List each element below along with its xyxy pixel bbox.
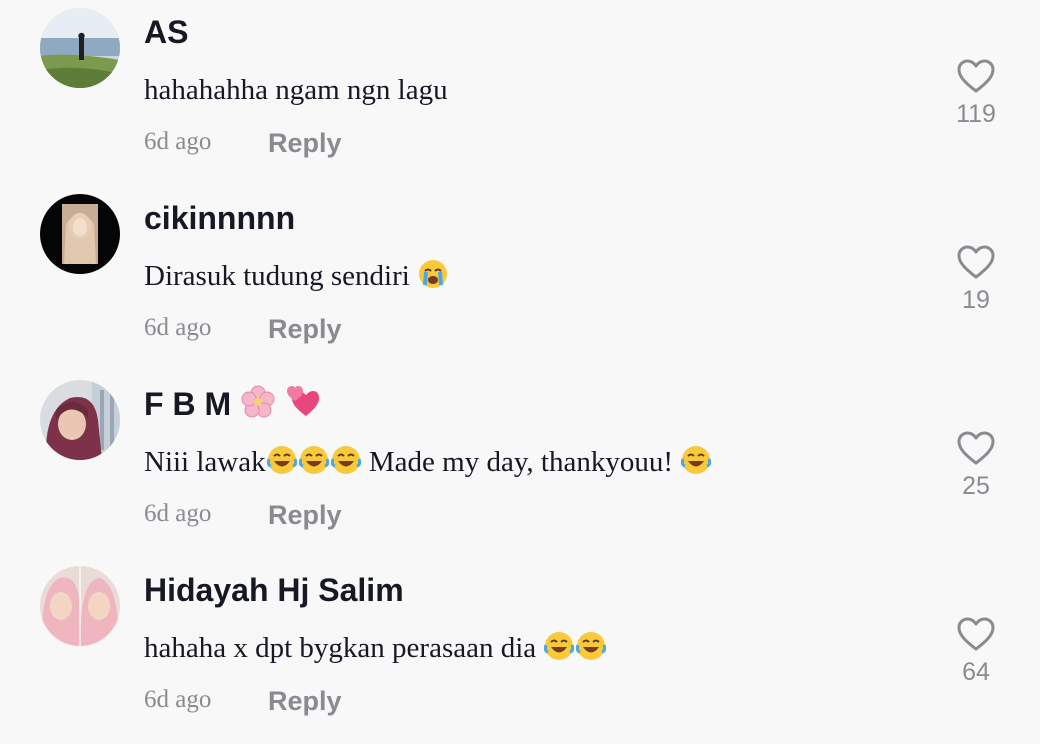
timestamp: 6d ago <box>144 310 211 346</box>
like-count: 25 <box>936 470 1016 502</box>
face-with-tears-of-joy-icon <box>331 445 361 486</box>
comment-item: Hidayah Hj Salim hahaha x dpt bygkan per… <box>0 558 1040 744</box>
avatar[interactable] <box>40 194 120 274</box>
face-with-tears-of-joy-icon <box>299 445 329 486</box>
username[interactable]: cikinnnnn <box>144 196 295 240</box>
timestamp: 6d ago <box>144 496 211 532</box>
heart-icon[interactable] <box>956 616 996 652</box>
username-text: F B M <box>144 386 231 422</box>
comment-text-body-2: Made my day, thankyouu! <box>362 446 681 478</box>
username[interactable]: Hidayah Hj Salim <box>144 568 404 612</box>
heart-icon[interactable] <box>956 58 996 94</box>
like-count: 64 <box>936 656 1016 688</box>
avatar[interactable] <box>40 566 120 646</box>
face-with-tears-of-joy-icon <box>544 631 574 672</box>
comment-item: F B M Niii lawak Made my day, thankyouu!… <box>0 372 1040 558</box>
username[interactable]: F B M <box>144 382 321 430</box>
timestamp: 6d ago <box>144 682 211 718</box>
comment-text-body: Niii lawak <box>144 446 266 478</box>
cherry-blossom-icon <box>241 385 275 430</box>
username[interactable]: AS <box>144 10 188 54</box>
comment-text: hahaha x dpt bygkan perasaan dia <box>144 628 607 672</box>
comment-text: Niii lawak Made my day, thankyouu! <box>144 442 712 486</box>
loudly-crying-face-icon <box>418 259 448 300</box>
face-with-tears-of-joy-icon <box>681 445 711 486</box>
reply-button[interactable]: Reply <box>268 682 342 720</box>
face-with-tears-of-joy-icon <box>576 631 606 672</box>
like-count: 19 <box>936 284 1016 316</box>
comment-text: Dirasuk tudung sendiri <box>144 256 449 300</box>
reply-button[interactable]: Reply <box>268 310 342 348</box>
face-with-tears-of-joy-icon <box>267 445 297 486</box>
comment-text-body: Dirasuk tudung sendiri <box>144 260 410 292</box>
comment-text-body: hahaha x dpt bygkan perasaan dia <box>144 632 543 664</box>
reply-button[interactable]: Reply <box>268 124 342 162</box>
comment-text-body: hahahahha ngam ngn lagu <box>144 74 448 106</box>
heart-icon[interactable] <box>956 430 996 466</box>
avatar[interactable] <box>40 8 120 88</box>
comment-text: hahahahha ngam ngn lagu <box>144 70 448 110</box>
like-count: 119 <box>936 98 1016 130</box>
revolving-hearts-icon <box>286 385 320 430</box>
reply-button[interactable]: Reply <box>268 496 342 534</box>
comment-list: AS hahahahha ngam ngn lagu 6d ago Reply … <box>0 0 1040 728</box>
avatar[interactable] <box>40 380 120 460</box>
comment-item: cikinnnnn Dirasuk tudung sendiri 6d ago … <box>0 186 1040 372</box>
timestamp: 6d ago <box>144 124 211 160</box>
comment-item: AS hahahahha ngam ngn lagu 6d ago Reply … <box>0 0 1040 186</box>
heart-icon[interactable] <box>956 244 996 280</box>
